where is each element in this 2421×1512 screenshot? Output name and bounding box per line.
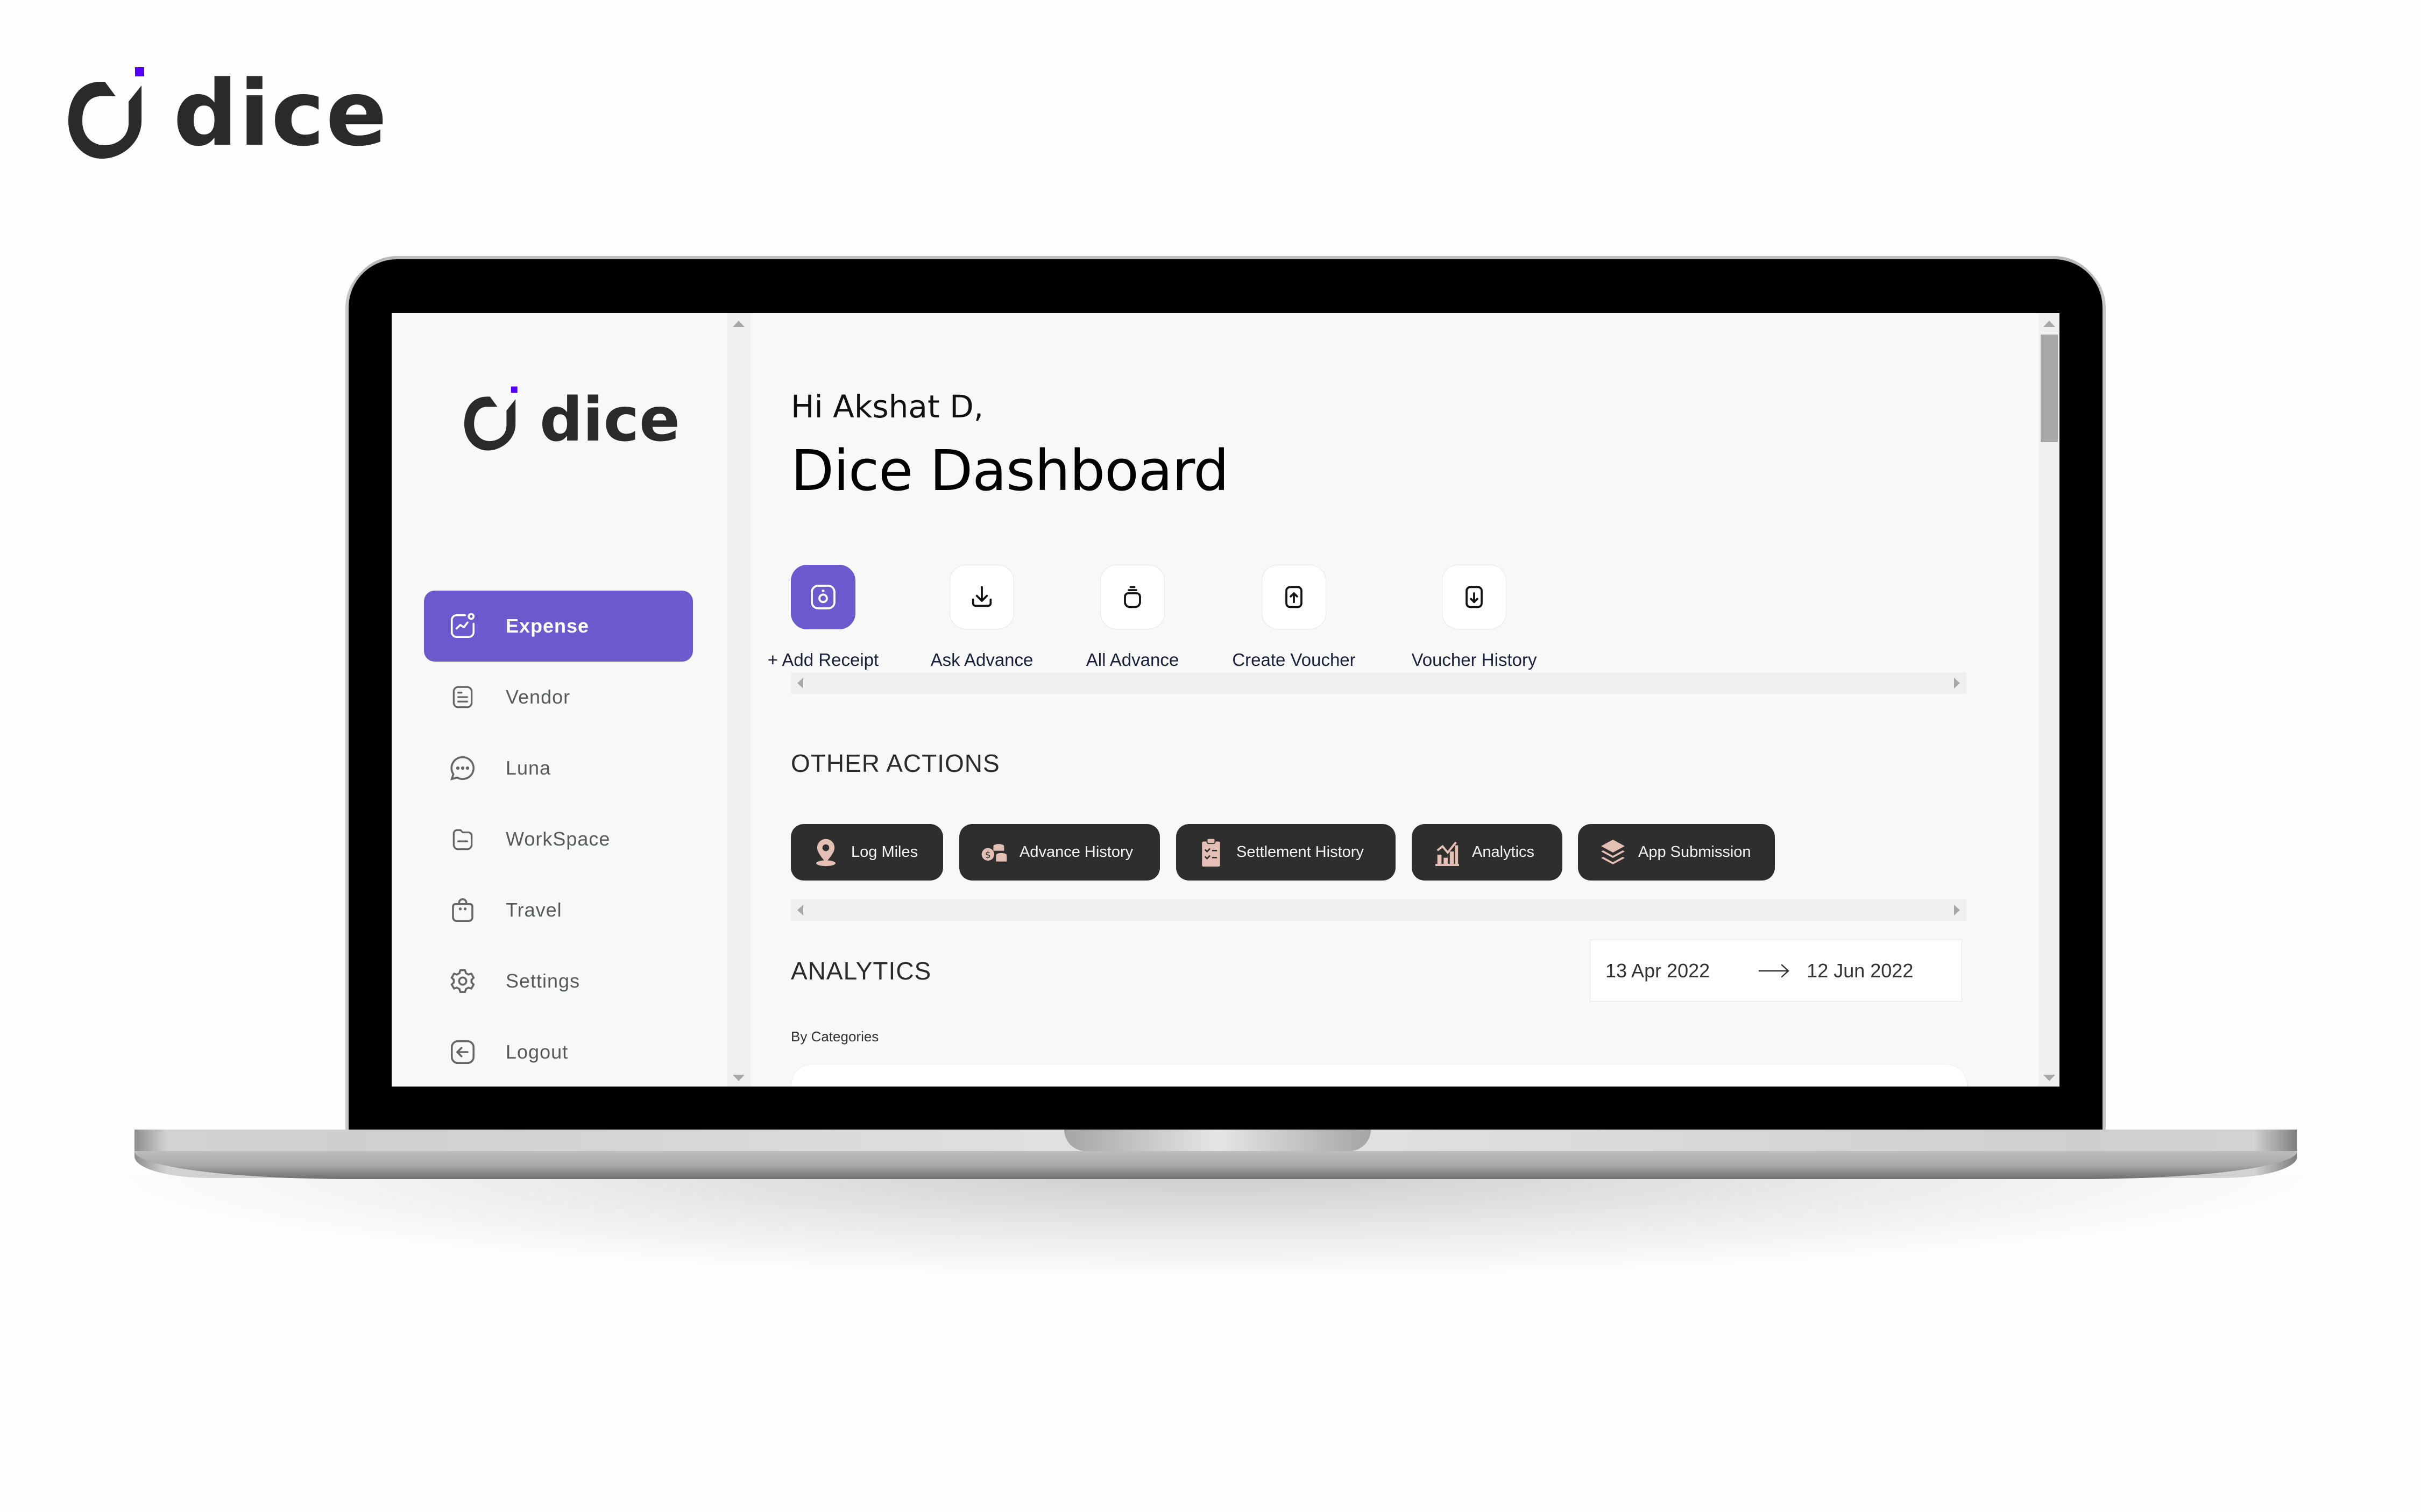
laptop-shadow (81, 1173, 2351, 1280)
scroll-right-arrow-icon[interactable] (1954, 678, 1960, 688)
other-action-label: Analytics (1472, 843, 1535, 861)
all-advance-tile[interactable] (1100, 565, 1165, 629)
svg-text:$: $ (985, 850, 991, 860)
analytics-heading: ANALYTICS (791, 957, 932, 985)
bag-icon (447, 894, 479, 926)
sidebar-item-luna[interactable]: Luna (424, 733, 693, 804)
map-pin-icon (812, 837, 839, 868)
chart-box-icon (447, 610, 479, 642)
quick-action-label: All Advance (1086, 650, 1179, 670)
camera-icon (811, 585, 836, 609)
add-receipt-button[interactable]: + Add Receipt (759, 565, 888, 670)
start-date[interactable]: 13 Apr 2022 (1605, 960, 1710, 982)
quick-action-label: Voucher History (1411, 650, 1537, 670)
sidebar-wordmark: dice (540, 385, 680, 455)
scroll-right-arrow-icon[interactable] (1954, 905, 1960, 915)
arrow-right-icon (1758, 964, 1790, 977)
voucher-history-button[interactable]: Voucher History (1410, 565, 1539, 670)
date-range-picker[interactable]: 13 Apr 2022 12 Jun 2022 (1590, 940, 1962, 1002)
app-submission-button[interactable]: App Submission (1578, 824, 1775, 881)
other-action-label: Advance History (1020, 843, 1134, 861)
logout-icon (447, 1036, 479, 1068)
quick-actions-scrollbar[interactable] (791, 672, 1966, 694)
sidebar: dice Expense Vendor Luna WorkSpace Trave… (392, 313, 727, 1087)
sidebar-item-label: Travel (506, 899, 562, 921)
chat-bubble-icon (447, 752, 479, 784)
layers-icon (1599, 837, 1626, 868)
bar-chart-icon (1433, 837, 1460, 868)
app-screen: dice Expense Vendor Luna WorkSpace Trave… (392, 313, 2059, 1087)
scroll-up-arrow-icon[interactable] (2043, 321, 2055, 327)
sidebar-scrollbar[interactable] (727, 313, 751, 1087)
sidebar-item-travel[interactable]: Travel (424, 875, 693, 946)
category-chart-card (791, 1064, 1967, 1087)
analytics-button[interactable]: Analytics (1412, 824, 1562, 881)
sidebar-item-label: Expense (506, 615, 590, 637)
folder-icon (447, 823, 479, 855)
sidebar-item-logout[interactable]: Logout (424, 1017, 693, 1087)
greeting: Hi Akshat D, (791, 388, 984, 425)
main-content: Hi Akshat D, Dice Dashboard + Add Receip… (751, 313, 2039, 1087)
clipboard-check-icon (1198, 837, 1224, 868)
scrollbar-thumb[interactable] (2041, 335, 2058, 442)
laptop-base-edge (134, 1151, 2297, 1179)
quick-action-label: + Add Receipt (767, 650, 879, 670)
scroll-down-arrow-icon[interactable] (2043, 1075, 2055, 1081)
sidebar-item-label: Logout (506, 1041, 569, 1063)
dice-logo-icon (464, 386, 518, 451)
sidebar-item-settings[interactable]: Settings (424, 946, 693, 1017)
scroll-up-arrow-icon[interactable] (733, 321, 745, 327)
sidebar-item-expense[interactable]: Expense (424, 591, 693, 662)
scroll-left-arrow-icon[interactable] (797, 905, 803, 915)
sidebar-logo[interactable]: dice (464, 386, 680, 456)
quick-action-label: Ask Advance (930, 650, 1033, 670)
create-voucher-button[interactable]: Create Voucher (1229, 565, 1358, 670)
advance-history-button[interactable]: $ Advance History (959, 824, 1160, 881)
main-scrollbar[interactable] (2039, 313, 2059, 1087)
file-download-icon (1466, 586, 1483, 608)
create-voucher-tile[interactable] (1262, 565, 1326, 629)
brand-wordmark: dice (173, 61, 388, 166)
other-action-label: Log Miles (851, 843, 918, 861)
download-icon (972, 586, 992, 607)
sidebar-item-vendor[interactable]: Vendor (424, 662, 693, 733)
sidebar-item-workspace[interactable]: WorkSpace (424, 804, 693, 875)
laptop-notch (1064, 1130, 1371, 1151)
ask-advance-tile[interactable] (950, 565, 1014, 629)
dice-logo-icon (68, 67, 144, 159)
other-action-label: App Submission (1638, 843, 1751, 861)
brand-logo: dice (68, 67, 387, 159)
add-receipt-tile[interactable] (791, 565, 855, 629)
sidebar-item-label: Vendor (506, 686, 571, 708)
ask-advance-button[interactable]: Ask Advance (917, 565, 1046, 670)
gear-icon (447, 965, 479, 997)
quick-action-label: Create Voucher (1232, 650, 1356, 670)
jar-icon (1124, 586, 1141, 608)
coins-icon: $ (981, 837, 1008, 868)
other-actions-scrollbar[interactable] (791, 899, 1966, 921)
end-date[interactable]: 12 Jun 2022 (1807, 960, 1913, 982)
other-action-label: Settlement History (1236, 843, 1364, 861)
log-miles-button[interactable]: Log Miles (791, 824, 943, 881)
other-actions-heading: OTHER ACTIONS (791, 749, 1000, 777)
scroll-left-arrow-icon[interactable] (797, 678, 803, 688)
by-categories-label: By Categories (791, 1028, 879, 1045)
sidebar-item-label: Luna (506, 757, 551, 779)
settlement-history-button[interactable]: Settlement History (1176, 824, 1396, 881)
page-title: Dice Dashboard (791, 438, 1229, 503)
all-advance-button[interactable]: All Advance (1068, 565, 1197, 670)
sidebar-item-label: WorkSpace (506, 828, 611, 850)
sidebar-item-label: Settings (506, 970, 581, 992)
scroll-down-arrow-icon[interactable] (733, 1075, 745, 1081)
voucher-history-tile[interactable] (1442, 565, 1506, 629)
file-upload-icon (1285, 586, 1302, 608)
document-icon (447, 681, 479, 713)
